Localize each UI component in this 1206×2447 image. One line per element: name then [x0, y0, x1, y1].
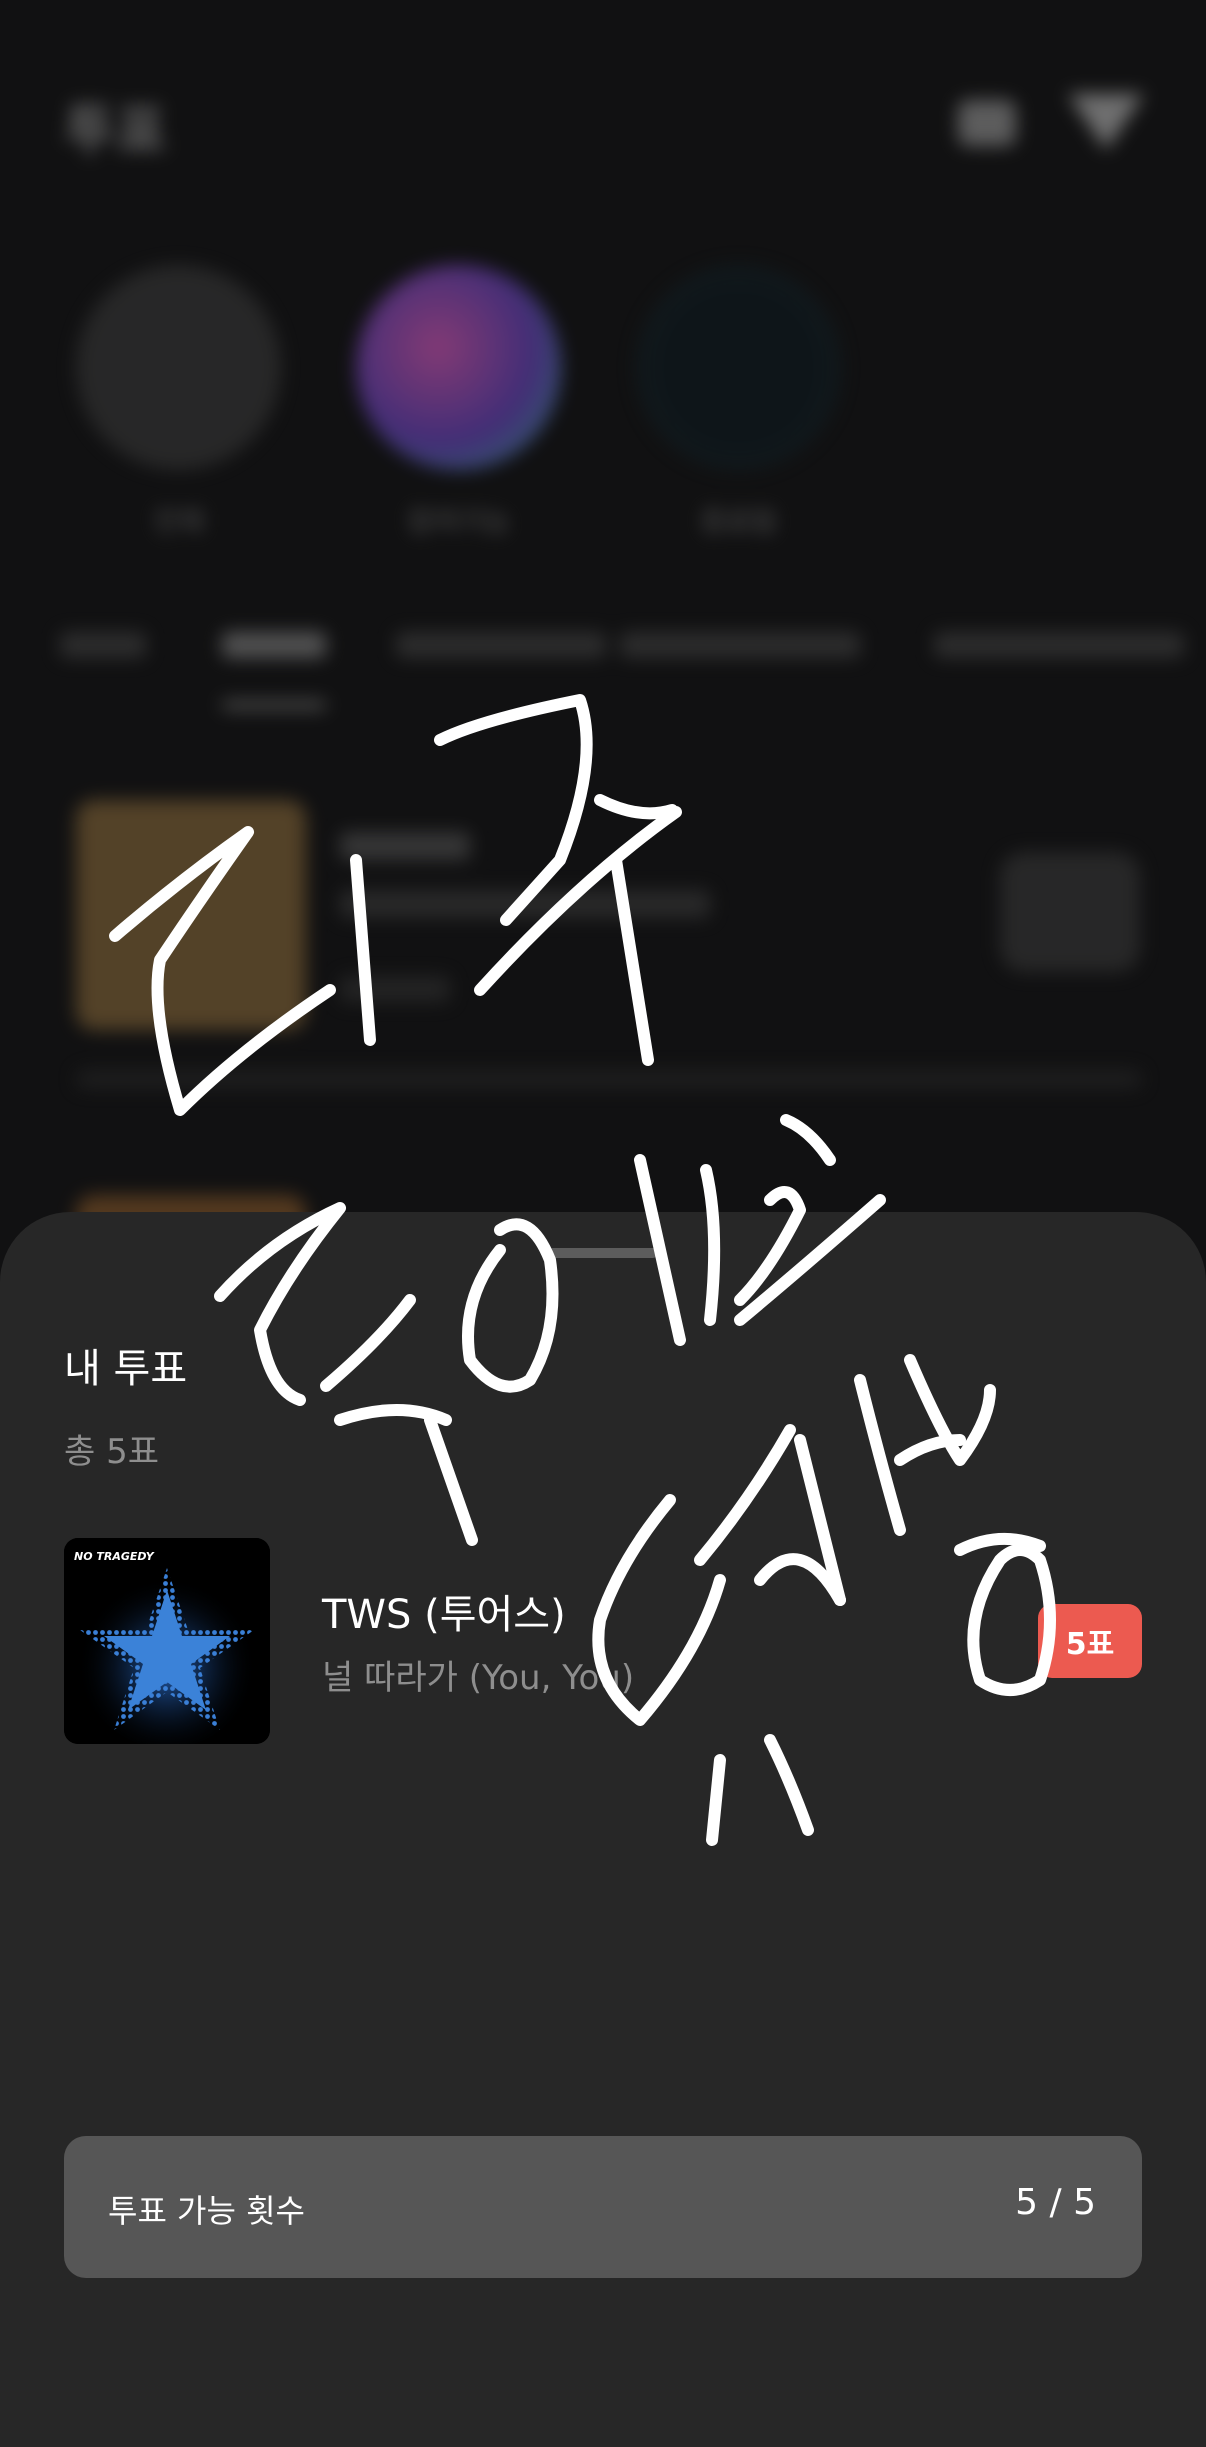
diamond-icon	[1068, 94, 1144, 150]
background-header: 투표	[64, 80, 1144, 164]
artist-name: TWS (투어스)	[322, 1592, 566, 1638]
total-votes: 총 5표	[64, 1432, 159, 1472]
inbox-icon	[958, 100, 1016, 146]
tab-placeholder	[60, 632, 146, 658]
screen: 투표 전체 참여가능 종료됨 내 투표 총 5표 NO TRAGEDY TWS …	[0, 0, 1206, 2447]
story-circle	[356, 265, 561, 470]
vote-item[interactable]: NO TRAGEDY TWS (투어스) 널 따라가 (You, You) 5표	[64, 1538, 1142, 1744]
text-placeholder	[340, 890, 710, 918]
vote-limit-label: 투표 가능 횟수	[108, 2192, 305, 2230]
svg-text:NO TRAGEDY: NO TRAGEDY	[74, 1550, 155, 1563]
background-card-image	[76, 800, 306, 1030]
background-button	[1000, 852, 1140, 972]
album-art: NO TRAGEDY	[64, 1538, 270, 1744]
background-title: 투표	[64, 99, 168, 164]
vote-limit-value: 5 / 5	[1015, 2182, 1096, 2223]
story-label: 종료됨	[699, 505, 778, 538]
tab-placeholder	[222, 632, 326, 658]
my-votes-sheet: 내 투표 총 5표 NO TRAGEDY TWS (투어스) 널 따라가 (Yo…	[0, 1212, 1206, 2447]
tab-underline	[222, 702, 326, 708]
text-placeholder	[340, 976, 450, 1002]
tab-placeholder	[620, 632, 860, 658]
story-label: 참여가능	[406, 505, 511, 538]
tab-placeholder	[934, 632, 1184, 658]
story-circle	[76, 265, 281, 470]
background-progress	[76, 1070, 1142, 1088]
vote-limit-box: 투표 가능 횟수 5 / 5	[64, 2136, 1142, 2278]
vote-count-badge: 5표	[1038, 1604, 1142, 1678]
sheet-title: 내 투표	[64, 1346, 188, 1392]
sheet-drag-handle[interactable]	[548, 1248, 658, 1258]
story-circle	[636, 265, 841, 470]
background-tabs	[60, 620, 1200, 708]
tab-placeholder	[396, 632, 606, 658]
text-placeholder	[340, 832, 470, 860]
story-label: 전체	[152, 505, 205, 538]
song-title: 널 따라가 (You, You)	[322, 1658, 635, 1698]
